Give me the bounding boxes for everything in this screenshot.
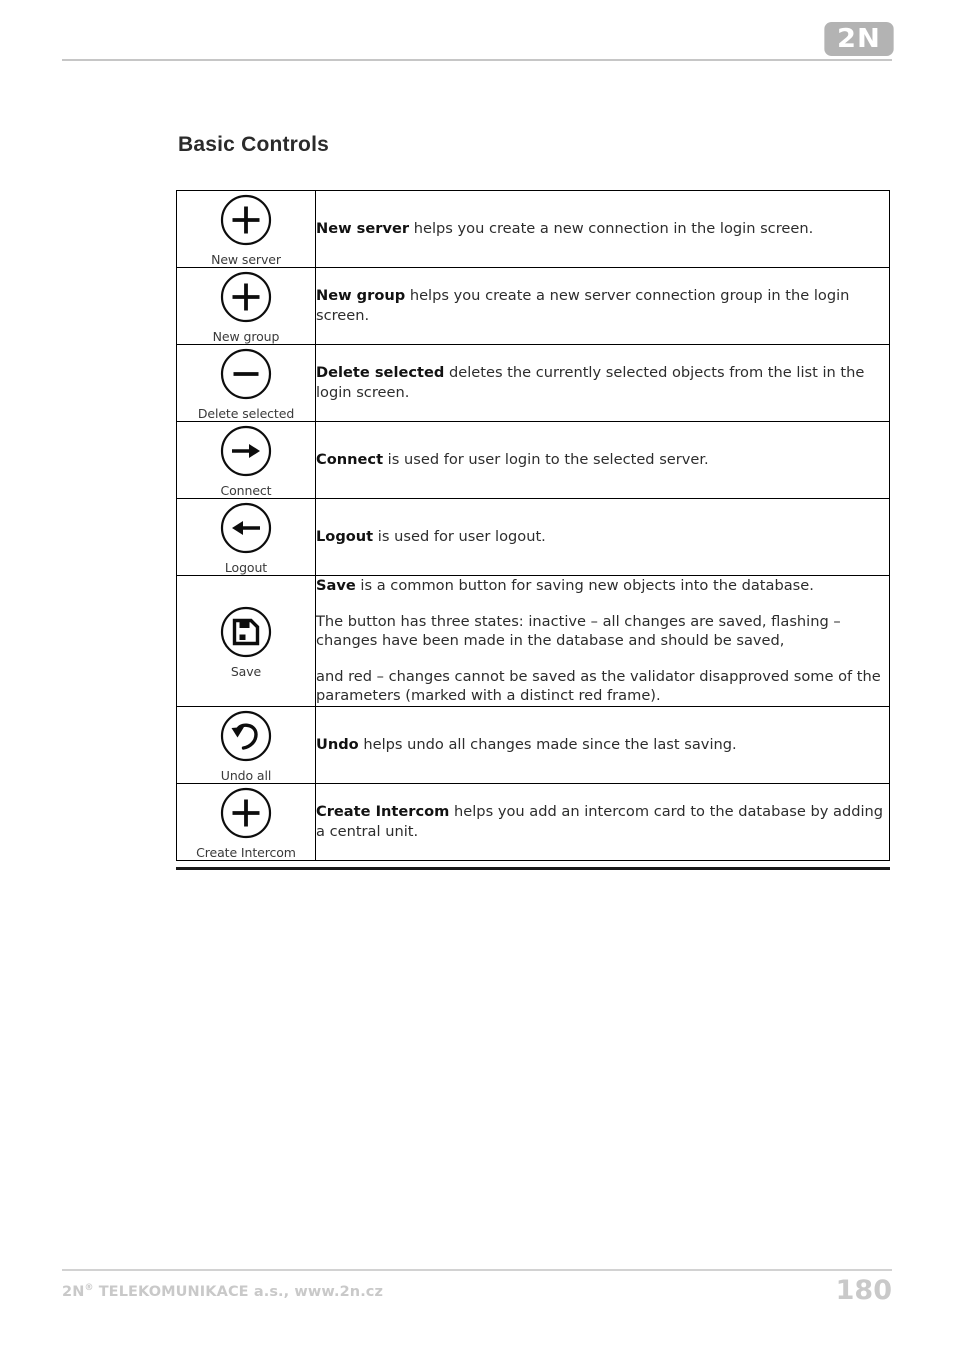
header-divider — [62, 59, 892, 61]
page-number: 180 — [835, 1275, 892, 1306]
control-name: Connect — [316, 451, 384, 469]
description-paragraph: and red – changes cannot be saved as the… — [316, 667, 889, 706]
description-paragraph: Connect is used for user login to the se… — [316, 450, 889, 470]
control-name: Save — [316, 577, 356, 594]
description-cell: Undo helps undo all changes made since t… — [315, 705, 890, 784]
description-text: is used for user login to the selected s… — [383, 451, 709, 469]
icon-cell: Undo all — [176, 705, 316, 784]
icon-cell: New server — [176, 190, 316, 268]
footer-company-name: 2N — [62, 1283, 85, 1300]
page-footer: 2N® TELEKOMUNIKACE a.s., www.2n.cz 180 — [62, 1275, 892, 1321]
description-paragraph: Create Intercom helps you add an interco… — [316, 802, 889, 841]
description-text: is used for user logout. — [373, 528, 546, 546]
basic-controls-table: New server New server helps you create a … — [176, 190, 890, 861]
icon-cell: Delete selected — [176, 344, 316, 422]
footer-company-rest: TELEKOMUNIKACE a.s., www.2n.cz — [93, 1283, 384, 1300]
table-body: New server New server helps you create a … — [176, 190, 890, 861]
icon-label: Delete selected — [197, 406, 295, 421]
registered-mark-icon: ® — [84, 1283, 94, 1293]
description-cell: Connect is used for user login to the se… — [315, 421, 890, 499]
footer-divider — [62, 1269, 892, 1271]
control-name: Create Intercom — [316, 803, 450, 821]
control-name: New group — [316, 287, 406, 305]
description-paragraph: New group helps you create a new server … — [316, 286, 889, 325]
undo-arrow-circle-icon: Undo all — [177, 707, 315, 783]
description-cell: Save is a common button for saving new o… — [315, 575, 890, 707]
control-name: Delete selected — [316, 364, 445, 382]
table-row: Delete selected Delete selected deletes t… — [176, 344, 890, 422]
control-name: Logout — [316, 528, 374, 546]
table-bottom-rule — [176, 867, 890, 870]
icon-cell: Save — [176, 575, 316, 707]
description-paragraph: New server helps you create a new connec… — [316, 219, 889, 239]
icon-label: Undo all — [220, 767, 272, 783]
arrow-right-circle-icon: Connect — [177, 422, 315, 498]
plus-circle-icon: Create Intercom — [177, 784, 315, 860]
save-disk-circle-icon: Save — [177, 603, 315, 679]
arrow-left-circle-icon: Logout — [177, 499, 315, 575]
description-text: is a common button for saving new object… — [355, 577, 814, 594]
description-paragraph: Save is a common button for saving new o… — [316, 576, 889, 596]
description-cell: Logout is used for user logout. — [315, 498, 890, 576]
icon-cell: New group — [176, 267, 316, 345]
description-cell: Create Intercom helps you add an interco… — [315, 782, 890, 861]
icon-label: New group — [212, 329, 280, 344]
table-row: Logout Logout is used for user logout. — [176, 498, 890, 576]
description-cell: New group helps you create a new server … — [315, 267, 890, 345]
icon-label: New server — [211, 252, 281, 267]
description-text: and red – changes cannot be saved as the… — [316, 667, 881, 705]
description-paragraph: Logout is used for user logout. — [316, 527, 889, 547]
description-paragraph: The button has three states: inactive – … — [316, 612, 889, 651]
icon-label: Logout — [224, 560, 268, 575]
table-row: Create Intercom Create Intercom helps you… — [176, 782, 890, 861]
icon-cell: Connect — [176, 421, 316, 499]
footer-company: 2N® TELEKOMUNIKACE a.s., www.2n.cz — [62, 1283, 383, 1300]
table-row: New group New group helps you create a ne… — [176, 267, 890, 345]
description-cell: Delete selected deletes the currently se… — [315, 344, 890, 422]
table-row: Connect Connect is used for user login to… — [176, 421, 890, 499]
icon-cell: Logout — [176, 498, 316, 576]
plus-circle-icon: New server — [177, 191, 315, 267]
description-text: The button has three states: inactive – … — [316, 612, 841, 650]
page-header: 2N — [0, 0, 954, 70]
table-row: Undo all Undo helps undo all changes made… — [176, 705, 890, 784]
control-name: New server — [316, 220, 410, 238]
description-text: helps undo all changes made since the la… — [358, 735, 737, 753]
icon-label: Create Intercom — [196, 844, 296, 860]
table-row: Save Save is a common button for saving n… — [176, 575, 890, 707]
minus-circle-icon: Delete selected — [177, 345, 315, 421]
icon-cell: Create Intercom — [176, 782, 316, 861]
table-row: New server New server helps you create a … — [176, 190, 890, 268]
brand-logo-2n: 2N — [824, 22, 894, 56]
control-name: Undo — [316, 735, 359, 753]
description-paragraph: Undo helps undo all changes made since t… — [316, 735, 889, 755]
description-text: helps you create a new connection in the… — [409, 220, 814, 238]
description-cell: New server helps you create a new connec… — [315, 190, 890, 268]
plus-circle-icon: New group — [177, 268, 315, 344]
icon-label: Connect — [220, 483, 272, 498]
icon-label: Save — [230, 663, 262, 679]
page-title: Basic Controls — [178, 133, 329, 156]
description-paragraph: Delete selected deletes the currently se… — [316, 363, 889, 402]
